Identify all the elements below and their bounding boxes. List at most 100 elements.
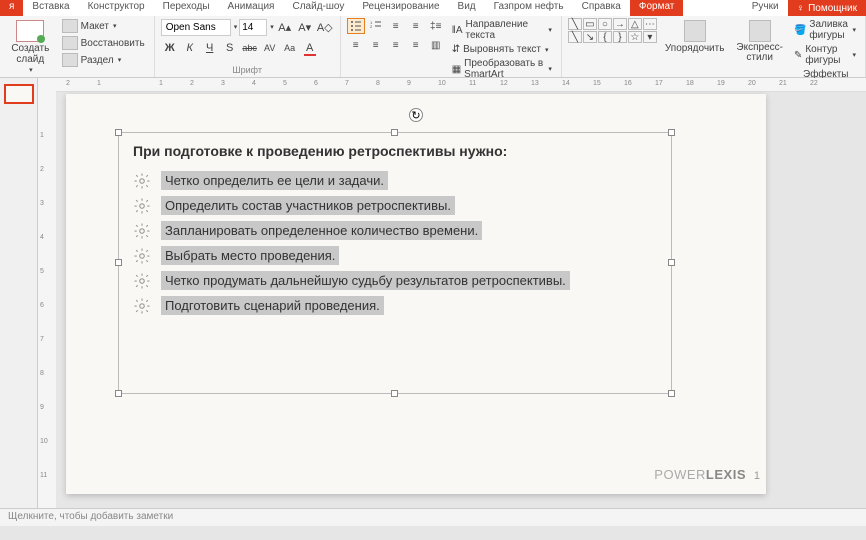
- case-button[interactable]: Aa: [281, 39, 299, 57]
- line-spacing-button[interactable]: ‡≡: [427, 18, 445, 34]
- bullet-text[interactable]: Выбрать место проведения.: [161, 246, 339, 265]
- tab-view[interactable]: Вид: [449, 0, 485, 16]
- bullets-button[interactable]: [347, 18, 365, 34]
- shadow-button[interactable]: S: [221, 39, 239, 57]
- group-label-font: Шрифт: [232, 64, 262, 75]
- resize-handle-ml[interactable]: [115, 259, 122, 266]
- bullet-item[interactable]: Подготовить сценарий проведения.: [133, 296, 657, 315]
- resize-handle-br[interactable]: [668, 390, 675, 397]
- express-styles-button[interactable]: Экспресс-стили: [732, 18, 787, 65]
- resize-handle-bm[interactable]: [391, 390, 398, 397]
- clear-format-button[interactable]: A◇: [316, 18, 334, 36]
- tab-help[interactable]: Справка: [573, 0, 630, 16]
- bullet-text[interactable]: Определить состав участников ретроспекти…: [161, 196, 455, 215]
- canvas-area: 2112345678910111213141516171819202122 ↻ …: [56, 78, 866, 508]
- resize-handle-tl[interactable]: [115, 129, 122, 136]
- ribbon-tabs: я Вставка Конструктор Переходы Анимация …: [0, 0, 866, 16]
- shape-more[interactable]: ⋯: [643, 18, 657, 30]
- bullet-text[interactable]: Четко продумать дальнейшую судьбу резуль…: [161, 271, 570, 290]
- resize-handle-tr[interactable]: [668, 129, 675, 136]
- spacing-button[interactable]: AV: [261, 39, 279, 57]
- horizontal-ruler: 2112345678910111213141516171819202122: [56, 78, 866, 92]
- font-color-button[interactable]: A: [301, 39, 319, 57]
- text-box[interactable]: При подготовке к проведению ретроспектив…: [118, 132, 672, 394]
- arrange-button[interactable]: Упорядочить: [661, 18, 729, 56]
- smartart-icon: ▦: [452, 64, 461, 75]
- numbering-button[interactable]: 12: [367, 18, 385, 34]
- align-left-button[interactable]: ≡: [347, 37, 365, 53]
- bullet-item[interactable]: Определить состав участников ретроспекти…: [133, 196, 657, 215]
- tab-slideshow[interactable]: Слайд-шоу: [283, 0, 353, 16]
- group-paragraph: 12 ≡ ≡ ‡≡ ≡ ≡ ≡ ≡ ▥ ‖AНаправление текста…: [341, 16, 562, 77]
- underline-button[interactable]: Ч: [201, 39, 219, 57]
- text-direction-icon: ‖A: [452, 25, 463, 36]
- shape-line[interactable]: ╲: [568, 18, 582, 30]
- shape-triangle[interactable]: △: [628, 18, 642, 30]
- align-center-button[interactable]: ≡: [367, 37, 385, 53]
- align-right-button[interactable]: ≡: [387, 37, 405, 53]
- bullet-text[interactable]: Запланировать определенное количество вр…: [161, 221, 482, 240]
- chevron-down-icon: ▾: [29, 66, 33, 74]
- tab-insert[interactable]: Вставка: [23, 0, 78, 16]
- justify-button[interactable]: ≡: [407, 37, 425, 53]
- outline-icon: ✎: [794, 50, 802, 61]
- decrease-font-button[interactable]: A▾: [296, 18, 314, 36]
- tab-home-partial[interactable]: я: [0, 0, 23, 16]
- thumbnail-1[interactable]: [4, 84, 34, 104]
- bullet-item[interactable]: Запланировать определенное количество вр…: [133, 221, 657, 240]
- bullet-text[interactable]: Четко определить ее цели и задачи.: [161, 171, 388, 190]
- bullet-list[interactable]: Четко определить ее цели и задачи. Опреде…: [119, 171, 671, 315]
- bullet-item[interactable]: Четко определить ее цели и задачи.: [133, 171, 657, 190]
- shape-fill-button[interactable]: 🪣Заливка фигуры▾: [791, 18, 859, 42]
- shape-oval[interactable]: ○: [598, 18, 612, 30]
- increase-font-button[interactable]: A▴: [276, 18, 294, 36]
- shape-rect[interactable]: ▭: [583, 18, 597, 30]
- font-name-select[interactable]: [161, 19, 231, 36]
- vertical-ruler: 1234567891011: [38, 78, 56, 508]
- layout-icon: [62, 19, 78, 33]
- tab-gazprom[interactable]: Газпром нефть: [485, 0, 573, 16]
- italic-button[interactable]: К: [181, 39, 199, 57]
- notes-placeholder[interactable]: Щелкните, чтобы добавить заметки: [0, 508, 866, 526]
- slide-title[interactable]: При подготовке к проведению ретроспектив…: [119, 133, 671, 165]
- shape-arrow[interactable]: →: [613, 18, 627, 30]
- slide[interactable]: ↻ При подготовке к проведению ретроспект…: [66, 94, 766, 494]
- indent-increase-button[interactable]: ≡: [407, 18, 425, 34]
- lightbulb-icon: ♀: [797, 3, 805, 14]
- resize-handle-bl[interactable]: [115, 390, 122, 397]
- indent-decrease-button[interactable]: ≡: [387, 18, 405, 34]
- arrange-icon: [684, 20, 706, 42]
- align-text-icon: ⇵: [452, 44, 460, 55]
- new-slide-icon: [16, 20, 44, 42]
- reset-button[interactable]: Восстановить: [59, 35, 148, 51]
- tab-assistant[interactable]: ♀ Помощник: [788, 0, 866, 16]
- bullet-text[interactable]: Подготовить сценарий проведения.: [161, 296, 384, 315]
- align-text-button[interactable]: ⇵Выровнять текст▾: [449, 43, 555, 56]
- resize-handle-tm[interactable]: [391, 129, 398, 136]
- resize-handle-mr[interactable]: [668, 259, 675, 266]
- tab-design[interactable]: Конструктор: [79, 0, 154, 16]
- shapes-gallery[interactable]: ╲ ▭ ○ → △ ⋯ ╲ ↘ { } ☆ ▾: [568, 18, 657, 43]
- tab-transitions[interactable]: Переходы: [154, 0, 219, 16]
- strike-button[interactable]: abc: [241, 39, 259, 57]
- bullet-item[interactable]: Четко продумать дальнейшую судьбу резуль…: [133, 271, 657, 290]
- tab-animation[interactable]: Анимация: [219, 0, 284, 16]
- tab-format[interactable]: Формат: [630, 0, 684, 16]
- workspace: 1234567891011 21123456789101112131415161…: [0, 78, 866, 508]
- bullet-item[interactable]: Выбрать место проведения.: [133, 246, 657, 265]
- shape-outline-button[interactable]: ✎Контур фигуры▾: [791, 43, 859, 67]
- tab-review[interactable]: Рецензирование: [353, 0, 448, 16]
- slide-thumbnails: [0, 78, 38, 508]
- rotate-handle[interactable]: ↻: [409, 108, 423, 122]
- express-icon: [749, 20, 771, 42]
- bold-button[interactable]: Ж: [161, 39, 179, 57]
- columns-button[interactable]: ▥: [427, 37, 445, 53]
- layout-button[interactable]: Макет▾: [59, 18, 148, 34]
- font-size-select[interactable]: [239, 19, 267, 36]
- group-slides: Создать слайд ▾ Макет▾ Восстановить Разд…: [0, 16, 155, 77]
- tab-pens[interactable]: Ручки: [743, 0, 788, 16]
- fill-icon: 🪣: [794, 25, 806, 36]
- text-direction-button[interactable]: ‖AНаправление текста▾: [449, 18, 555, 42]
- new-slide-button[interactable]: Создать слайд ▾: [6, 18, 55, 76]
- section-button[interactable]: Раздел▾: [59, 52, 148, 68]
